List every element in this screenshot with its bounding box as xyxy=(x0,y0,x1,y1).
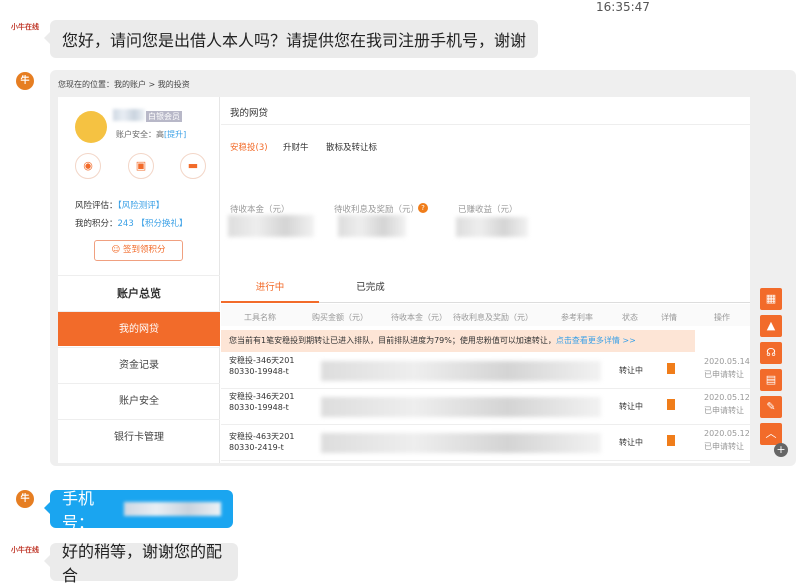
table-row: 安稳投-346天20180330-19948-t 转让中 2020.05.14 … xyxy=(221,353,750,389)
col-amount: 购买金额（元） xyxy=(312,313,368,322)
tab-anwentou[interactable]: 安稳投(3) xyxy=(230,141,268,153)
zoom-in-icon[interactable]: + xyxy=(774,443,788,457)
user-avatar-logo: 牛 xyxy=(16,72,34,90)
table-row: 安稳投-346天20180330-19948-t 转让中 2020.05.12 … xyxy=(221,389,750,425)
blurred-value xyxy=(456,217,528,237)
section-title: 我的网贷 xyxy=(230,108,269,119)
col-action: 操作 xyxy=(714,313,730,322)
row-status: 转让中 xyxy=(619,438,643,447)
nav-account-security[interactable]: 账户安全 xyxy=(58,383,220,418)
tab-completed[interactable]: 已完成 xyxy=(338,273,403,303)
blurred-value xyxy=(338,215,406,237)
medal-icon[interactable]: ◉ xyxy=(75,153,101,179)
bank-card-icon[interactable]: ▬ xyxy=(180,153,206,179)
signin-button[interactable]: ☺ 签到领积分 xyxy=(94,240,183,261)
phone-blurred xyxy=(124,502,221,516)
document-icon[interactable] xyxy=(667,435,675,446)
blurred-values xyxy=(321,397,601,417)
avatar xyxy=(75,111,107,143)
col-principal: 待收本金（元） xyxy=(391,313,447,322)
stat-earned-label: 已赚收益（元） xyxy=(458,205,518,215)
table-row: 安稳投-463天20180330-2419-t 转让中 2020.05.12 已… xyxy=(221,425,750,461)
queue-notice: 您当前有1笔安稳投到期转让已进入排队，目前排队进度为79%；使用忠粉值可以加速转… xyxy=(221,330,695,352)
nav-bank-cards[interactable]: 银行卡管理 xyxy=(58,419,220,454)
row-name: 安稳投-346天20180330-19948-t xyxy=(229,356,295,376)
agent-logo-text: 小牛在线 xyxy=(11,23,39,31)
col-name: 工具名称 xyxy=(244,313,276,322)
col-detail: 详情 xyxy=(661,313,677,322)
user-avatar: 牛 xyxy=(8,72,42,102)
agent-logo-text: 小牛在线 xyxy=(11,546,39,554)
username-blurred xyxy=(113,109,145,121)
points-value: 243 xyxy=(117,219,134,229)
blurred-value xyxy=(228,215,314,237)
blurred-values xyxy=(321,433,601,453)
image-message[interactable]: 您现在的位置：我的账户 > 我的投资 白银会员 账户安全：高[提升] ◉ ▣ ▬… xyxy=(50,70,796,466)
id-card-icon[interactable]: ▣ xyxy=(128,153,154,179)
tab-shengcainiu[interactable]: 升财牛 xyxy=(283,141,309,153)
col-rate: 参考利率 xyxy=(561,313,593,322)
message-text: 您好，请问您是出借人本人吗？请提供您在我司注册手机号，谢谢 xyxy=(62,31,527,50)
account-panel: 白银会员 账户安全：高[提升] ◉ ▣ ▬ 风险评估：【风险测评】 我的积分：2… xyxy=(58,97,750,463)
document-icon[interactable] xyxy=(667,399,675,410)
qrcode-icon[interactable]: ▦ xyxy=(760,288,782,310)
user-avatar: 牛 xyxy=(8,490,42,520)
left-column: 白银会员 账户安全：高[提升] ◉ ▣ ▬ 风险评估：【风险测评】 我的积分：2… xyxy=(58,97,220,463)
tab-in-progress[interactable]: 进行中 xyxy=(221,273,319,303)
document-icon[interactable] xyxy=(667,363,675,374)
agent-avatar: 小牛在线 xyxy=(8,22,42,52)
nav-title: 账户总览 xyxy=(58,275,220,311)
nav-fund-records[interactable]: 资金记录 xyxy=(58,347,220,382)
app-icon[interactable]: ▲ xyxy=(760,315,782,337)
blurred-values xyxy=(321,361,601,381)
stat-interest-label: 待收利息及奖励（元） xyxy=(334,205,420,215)
agent-avatar: 小牛在线 xyxy=(8,545,42,575)
message-text: 好的稍等，谢谢您的配合 xyxy=(62,542,223,585)
back-to-top-icon[interactable]: ︿ xyxy=(760,423,782,445)
points-exchange-link[interactable]: 【积分换礼】 xyxy=(136,219,187,229)
breadcrumb: 您现在的位置：我的账户 > 我的投资 xyxy=(58,80,190,89)
agent-message: 好的稍等，谢谢您的配合 xyxy=(44,542,238,585)
help-icon[interactable]: ? xyxy=(418,203,428,213)
col-status: 状态 xyxy=(622,313,638,322)
tab-loans-transfer[interactable]: 散标及转让标 xyxy=(326,141,377,153)
security-status: 账户安全：高[提升] xyxy=(116,130,187,139)
notice-detail-link[interactable]: 点击查看更多详情 >> xyxy=(556,336,636,345)
row-name: 安稳投-346天20180330-19948-t xyxy=(229,392,295,412)
headset-icon[interactable]: ☊ xyxy=(760,342,782,364)
user-message: 手机号： xyxy=(44,489,233,532)
agent-message: 您好，请问您是出借人本人吗？请提供您在我司注册手机号，谢谢 xyxy=(44,20,538,58)
risk-test-link[interactable]: 【风险测评】 xyxy=(118,201,165,211)
col-interest: 待收利息及奖励（元） xyxy=(453,313,533,322)
row-status: 转让中 xyxy=(619,366,643,375)
upgrade-link[interactable]: [提升] xyxy=(164,130,186,139)
row-status: 转让中 xyxy=(619,402,643,411)
stat-principal-label: 待收本金（元） xyxy=(230,205,290,215)
calculator-icon[interactable]: ▤ xyxy=(760,369,782,391)
message-text: 手机号： xyxy=(62,489,95,532)
nav-my-loans[interactable]: 我的网贷 xyxy=(58,311,220,346)
member-badge: 白银会员 xyxy=(146,111,182,122)
timestamp: 16:35:47 xyxy=(596,0,650,14)
notes-icon[interactable]: ✎ xyxy=(760,396,782,418)
row-name: 安稳投-463天20180330-2419-t xyxy=(229,432,295,452)
user-avatar-logo: 牛 xyxy=(16,490,34,508)
